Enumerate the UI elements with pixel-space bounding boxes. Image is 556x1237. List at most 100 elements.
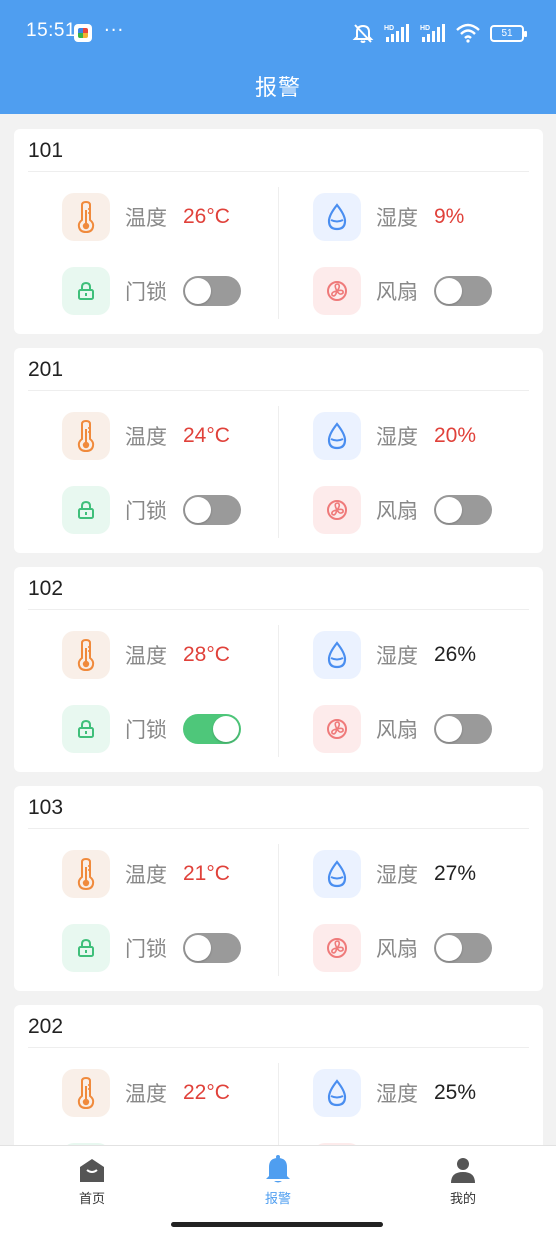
water-drop-icon bbox=[313, 631, 361, 679]
humidity-value: 26% bbox=[434, 643, 477, 666]
fan-cell: 风扇 bbox=[313, 267, 492, 315]
lock-cell: 门锁 bbox=[62, 486, 241, 534]
fan-label: 风扇 bbox=[376, 937, 418, 961]
fan-label: 风扇 bbox=[376, 718, 418, 742]
divider bbox=[28, 390, 529, 391]
divider bbox=[28, 1047, 529, 1048]
status-more-dots: ··· bbox=[104, 20, 125, 41]
fan-cell: 风扇 bbox=[313, 486, 492, 534]
temperature-label: 温度 bbox=[125, 863, 167, 887]
divider bbox=[278, 844, 279, 976]
room-card: 103 温度 21°C 湿度 27% 门锁 风扇 bbox=[14, 786, 543, 991]
humidity-label: 湿度 bbox=[376, 644, 418, 668]
lock-icon bbox=[62, 486, 110, 534]
humidity-value: 27% bbox=[434, 862, 477, 885]
humidity-value: 25% bbox=[434, 1081, 477, 1104]
temperature-label: 温度 bbox=[125, 206, 167, 230]
svg-text:HD: HD bbox=[384, 25, 394, 32]
fan-label: 风扇 bbox=[376, 499, 418, 523]
lock-label: 门锁 bbox=[125, 718, 167, 742]
lock-icon bbox=[62, 267, 110, 315]
app-header: 报警 bbox=[0, 62, 556, 114]
divider bbox=[278, 187, 279, 319]
status-icons: HD HD 51 bbox=[352, 22, 527, 44]
divider bbox=[28, 828, 529, 829]
room-name: 202 bbox=[28, 1015, 64, 1038]
hd-signal-icon: HD bbox=[384, 24, 409, 42]
tab-label: 我的 bbox=[449, 1192, 476, 1207]
status-bar: 15:51 ··· HD HD 51 bbox=[0, 0, 556, 62]
tab-label: 报警 bbox=[264, 1192, 291, 1207]
temperature-label: 温度 bbox=[125, 644, 167, 668]
divider bbox=[278, 625, 279, 757]
thermometer-icon bbox=[62, 850, 110, 898]
fan-toggle[interactable] bbox=[434, 714, 492, 744]
temperature-cell: 温度 21°C bbox=[62, 850, 230, 898]
lock-toggle[interactable] bbox=[183, 714, 241, 744]
lock-toggle[interactable] bbox=[183, 276, 241, 306]
humidity-cell: 湿度 9% bbox=[313, 193, 464, 241]
lock-toggle[interactable] bbox=[183, 495, 241, 525]
tab-home[interactable]: 首页 bbox=[42, 1154, 142, 1207]
bell-icon bbox=[228, 1154, 328, 1184]
room-name: 102 bbox=[28, 577, 64, 600]
humidity-label: 湿度 bbox=[376, 1082, 418, 1106]
room-card: 202 温度 22°C 湿度 25% 门锁 bbox=[14, 1005, 543, 1145]
humidity-cell: 湿度 26% bbox=[313, 631, 476, 679]
divider bbox=[28, 609, 529, 610]
battery-icon: 51 bbox=[490, 24, 527, 42]
tab-mine[interactable]: 我的 bbox=[413, 1154, 513, 1207]
humidity-value: 20% bbox=[434, 424, 477, 447]
room-card: 201 温度 24°C 湿度 20% 门锁 风扇 bbox=[14, 348, 543, 553]
status-time: 15:51 bbox=[26, 20, 77, 41]
thermometer-icon bbox=[62, 1069, 110, 1117]
humidity-cell: 湿度 25% bbox=[313, 1069, 476, 1117]
temperature-cell: 温度 26°C bbox=[62, 193, 230, 241]
temperature-label: 温度 bbox=[125, 1082, 167, 1106]
lock-label: 门锁 bbox=[125, 937, 167, 961]
humidity-label: 湿度 bbox=[376, 206, 418, 230]
lock-label: 门锁 bbox=[125, 499, 167, 523]
thermometer-icon bbox=[62, 631, 110, 679]
room-name: 201 bbox=[28, 358, 64, 381]
lock-icon bbox=[62, 705, 110, 753]
room-name: 103 bbox=[28, 796, 64, 819]
divider bbox=[28, 171, 529, 172]
divider bbox=[278, 1063, 279, 1145]
humidity-label: 湿度 bbox=[376, 863, 418, 887]
tab-alarm[interactable]: 报警 bbox=[228, 1154, 328, 1207]
wifi-icon bbox=[456, 23, 480, 43]
hd-signal-icon: HD bbox=[420, 24, 445, 42]
app-notification-icon bbox=[74, 24, 92, 42]
water-drop-icon bbox=[313, 850, 361, 898]
lock-cell: 门锁 bbox=[62, 267, 241, 315]
room-list[interactable]: 101 温度 26°C 湿度 9% 门锁 风扇 201 温度 24°C 湿度 2… bbox=[0, 114, 556, 1145]
divider bbox=[278, 406, 279, 538]
fan-toggle[interactable] bbox=[434, 933, 492, 963]
lock-toggle[interactable] bbox=[183, 933, 241, 963]
room-card: 101 温度 26°C 湿度 9% 门锁 风扇 bbox=[14, 129, 543, 334]
room-card: 102 温度 28°C 湿度 26% 门锁 风扇 bbox=[14, 567, 543, 772]
fan-icon bbox=[313, 705, 361, 753]
thermometer-icon bbox=[62, 193, 110, 241]
temperature-cell: 温度 24°C bbox=[62, 412, 230, 460]
temperature-cell: 温度 28°C bbox=[62, 631, 230, 679]
temperature-value: 22°C bbox=[183, 1081, 230, 1104]
fan-icon bbox=[313, 486, 361, 534]
temperature-label: 温度 bbox=[125, 425, 167, 449]
home-indicator[interactable] bbox=[171, 1222, 383, 1227]
tab-label: 首页 bbox=[78, 1192, 105, 1207]
humidity-cell: 湿度 20% bbox=[313, 412, 476, 460]
humidity-cell: 湿度 27% bbox=[313, 850, 476, 898]
fan-toggle[interactable] bbox=[434, 495, 492, 525]
lock-label: 门锁 bbox=[125, 280, 167, 304]
humidity-label: 湿度 bbox=[376, 425, 418, 449]
humidity-value: 9% bbox=[434, 205, 465, 228]
page-title: 报警 bbox=[254, 76, 301, 101]
temperature-value: 28°C bbox=[183, 643, 230, 666]
fan-icon bbox=[313, 267, 361, 315]
temperature-value: 21°C bbox=[183, 862, 230, 885]
lock-icon bbox=[62, 924, 110, 972]
temperature-value: 26°C bbox=[183, 205, 230, 228]
fan-toggle[interactable] bbox=[434, 276, 492, 306]
